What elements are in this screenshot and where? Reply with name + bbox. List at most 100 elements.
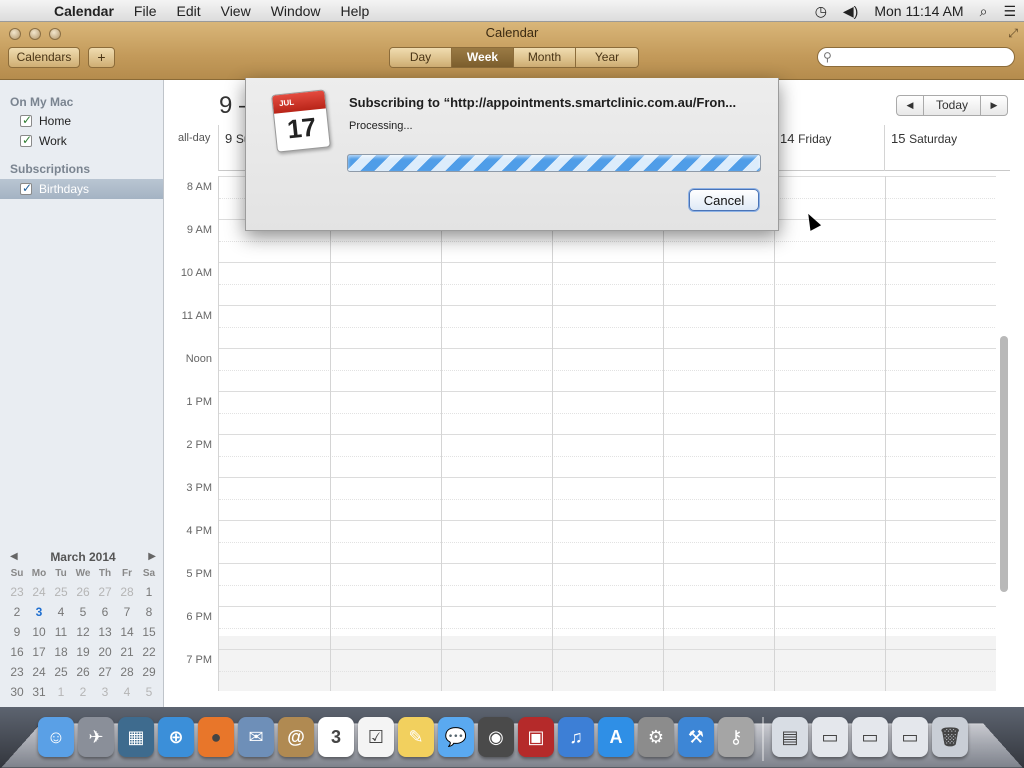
mini-month-day[interactable]: 15 [138,622,160,642]
mini-month-day[interactable]: 18 [50,642,72,662]
mini-month-day[interactable]: 17 [28,642,50,662]
finder-icon[interactable]: ☺ [38,717,74,757]
mission-control-icon[interactable]: ▦ [118,717,154,757]
mini-month-day[interactable]: 25 [50,582,72,602]
mini-month-day[interactable]: 3 [94,682,116,702]
add-event-button[interactable]: + [88,47,115,68]
mini-month-day[interactable]: 8 [138,602,160,622]
xcode-icon[interactable]: ⚒ [678,717,714,757]
mini-month-day[interactable]: 11 [50,622,72,642]
system-preferences-icon[interactable]: ⚙ [638,717,674,757]
cancel-button[interactable]: Cancel [689,189,759,211]
spotlight-icon[interactable]: ⌕ [972,0,996,22]
tab-day[interactable]: Day [390,48,452,67]
mini-month-day[interactable]: 25 [50,662,72,682]
menu-help[interactable]: Help [331,0,380,22]
calendar-icon[interactable]: 3 [318,717,354,757]
mini-month-day[interactable]: 5 [138,682,160,702]
mini-month-day[interactable]: 14 [116,622,138,642]
mini-month-day[interactable]: 21 [116,642,138,662]
sidebar-item-birthdays[interactable]: Birthdays [0,179,163,199]
window-thumbnail-icon[interactable]: ▭ [892,717,928,757]
time-machine-icon[interactable]: ◷ [807,0,835,22]
tab-year[interactable]: Year [576,48,638,67]
mini-month-day[interactable]: 4 [116,682,138,702]
mini-month-day[interactable]: 27 [94,662,116,682]
mini-month-day[interactable]: 2 [6,602,28,622]
mini-month-day[interactable]: 27 [94,582,116,602]
mini-month-day[interactable]: 12 [72,622,94,642]
home-checkbox[interactable] [20,113,32,127]
search-input[interactable] [840,50,1008,64]
menu-app-name[interactable]: Calendar [44,0,124,22]
mini-month-day[interactable]: 4 [50,602,72,622]
mini-month-day[interactable]: 23 [6,582,28,602]
mini-month-day[interactable]: 29 [138,662,160,682]
contacts-icon[interactable]: @ [278,717,314,757]
volume-icon[interactable]: ◀) [835,0,866,22]
calendars-button[interactable]: Calendars [8,47,80,68]
next-week-button[interactable]: ▶ [981,96,1007,115]
mini-month-day[interactable]: 1 [138,582,160,602]
notes-icon[interactable]: ✎ [398,717,434,757]
sidebar-item-work[interactable]: Work [0,131,163,151]
menu-edit[interactable]: Edit [166,0,210,22]
mini-month-day[interactable]: 22 [138,642,160,662]
mini-month-day[interactable]: 7 [116,602,138,622]
mini-month-day[interactable]: 2 [72,682,94,702]
work-checkbox[interactable] [20,133,32,147]
fullscreen-icon[interactable]: ⤢ [1008,26,1018,41]
window-thumbnail-icon[interactable]: ▭ [852,717,888,757]
facetime-icon[interactable]: ◉ [478,717,514,757]
trash-icon[interactable]: 🗑 [932,717,968,757]
menu-file[interactable]: File [124,0,167,22]
mini-month-day[interactable]: 6 [94,602,116,622]
photo-booth-icon[interactable]: ▣ [518,717,554,757]
app-store-icon[interactable]: A [598,717,634,757]
birthdays-checkbox[interactable] [20,181,32,195]
mini-month-day[interactable]: 20 [94,642,116,662]
today-button[interactable]: Today [923,96,981,115]
mail-icon[interactable]: ✉ [238,717,274,757]
mini-month-day[interactable]: 24 [28,662,50,682]
itunes-icon[interactable]: ♫ [558,717,594,757]
mini-month-day[interactable]: 3 [28,602,50,622]
tab-month[interactable]: Month [514,48,576,67]
launchpad-icon[interactable]: ✈ [78,717,114,757]
mini-month-day[interactable]: 26 [72,662,94,682]
mini-month-day[interactable]: 1 [50,682,72,702]
mini-month-day[interactable]: 9 [6,622,28,642]
mini-month-day[interactable]: 28 [116,662,138,682]
mini-month-day[interactable]: 13 [94,622,116,642]
mini-month-day[interactable]: 26 [72,582,94,602]
mini-month-day[interactable]: 28 [116,582,138,602]
scrollbar-thumb[interactable] [1000,336,1008,592]
mini-month-day[interactable]: 24 [28,582,50,602]
mini-month-day[interactable]: 19 [72,642,94,662]
day-header[interactable]: 14 Friday [773,125,884,171]
window-thumbnail-icon[interactable]: ▭ [812,717,848,757]
sidebar-item-home[interactable]: Home [0,111,163,131]
day-header[interactable]: 15 Saturday [884,125,995,171]
messages-icon[interactable]: 💬 [438,717,474,757]
vertical-scrollbar[interactable] [999,176,1010,691]
mini-month-day[interactable]: 10 [28,622,50,642]
mini-month-day[interactable]: 30 [6,682,28,702]
menu-view[interactable]: View [211,0,261,22]
mini-month-day[interactable]: 16 [6,642,28,662]
notification-center-icon[interactable]: ☰ [995,0,1024,22]
mini-month-prev-icon[interactable]: ◀ [10,548,18,566]
time-grid[interactable] [218,176,996,691]
mini-month-day[interactable]: 31 [28,682,50,702]
menu-clock[interactable]: Mon 11:14 AM [866,0,971,22]
search-field[interactable]: ⚲ [817,47,1015,67]
previous-week-button[interactable]: ◀ [897,96,923,115]
document-icon[interactable]: ▤ [772,717,808,757]
tab-week[interactable]: Week [452,48,514,67]
safari-icon[interactable]: ⊕ [158,717,194,757]
firefox-icon[interactable]: ● [198,717,234,757]
mini-month-next-icon[interactable]: ▶ [148,548,156,566]
mini-month-day[interactable]: 23 [6,662,28,682]
reminders-icon[interactable]: ☑ [358,717,394,757]
keychain-icon[interactable]: ⚷ [718,717,754,757]
